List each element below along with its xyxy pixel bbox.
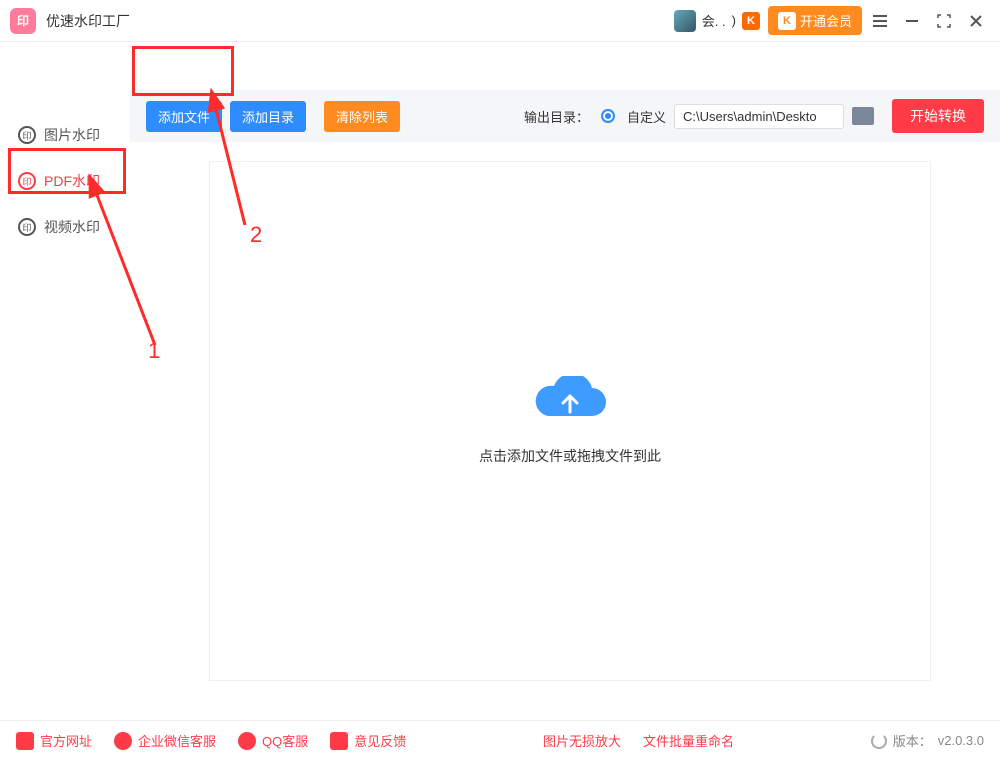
output-custom-radio[interactable] [601,109,615,123]
refresh-icon[interactable] [871,733,887,749]
close-button[interactable] [962,7,990,35]
qq-icon [238,732,256,750]
version-label: 版本： [893,731,932,750]
close-icon [969,14,983,28]
annotation-box-2 [132,46,234,96]
user-avatar-icon [674,10,696,32]
footer: 官方网址 企业微信客服 QQ客服 意见反馈 图片无损放大 文件批量重命名 版本：… [0,720,1000,760]
footer-wecom-support[interactable]: 企业微信客服 [114,731,216,750]
user-name: 会. . [702,11,726,30]
version-value: v2.0.3.0 [938,733,984,748]
app-title: 优速水印工厂 [46,11,130,31]
footer-feedback[interactable]: 意见反馈 [330,731,406,750]
annotation-arrow-2 [180,95,300,250]
footer-batch-rename[interactable]: 文件批量重命名 [643,731,734,750]
footer-official-site[interactable]: 官方网址 [16,731,92,750]
output-dir-label: 输出目录： [524,107,589,126]
footer-label: 企业微信客服 [138,731,216,750]
fullscreen-icon [937,14,951,28]
app-logo-icon: 印 [10,8,36,34]
footer-version: 版本： v2.0.3.0 [871,731,984,750]
footer-label: 意见反馈 [354,731,406,750]
titlebar: 印 优速水印工厂 会. . ) K K 开通会员 [0,0,1000,42]
footer-image-zoom[interactable]: 图片无损放大 [543,731,621,750]
minimize-button[interactable] [898,7,926,35]
footer-label: 文件批量重命名 [643,731,734,750]
drop-zone[interactable]: 点击添加文件或拖拽文件到此 [210,162,930,680]
footer-label: QQ客服 [262,731,308,750]
drop-zone-text: 点击添加文件或拖拽文件到此 [479,446,661,466]
stamp-icon: 印 [18,126,36,144]
user-area[interactable]: 会. . ) K [674,10,760,32]
user-suffix: ) [732,13,736,28]
open-vip-button[interactable]: K 开通会员 [768,6,862,35]
feedback-icon [330,732,348,750]
clear-list-button[interactable]: 清除列表 [324,101,400,132]
folder-icon[interactable] [852,107,874,125]
fullscreen-button[interactable] [930,7,958,35]
minimize-icon [905,14,919,28]
k-badge-icon: K [742,12,760,30]
footer-label: 官方网址 [40,731,92,750]
footer-label: 图片无损放大 [543,731,621,750]
vip-crown-icon: K [778,12,796,30]
vip-label: 开通会员 [800,11,852,30]
site-icon [16,732,34,750]
footer-qq-support[interactable]: QQ客服 [238,731,308,750]
start-convert-button[interactable]: 开始转换 [892,99,984,133]
stamp-icon: 印 [18,218,36,236]
menu-icon [872,14,888,28]
wecom-icon [114,732,132,750]
menu-button[interactable] [866,7,894,35]
output-custom-label: 自定义 [627,107,666,126]
cloud-upload-icon [532,376,608,428]
output-path-field[interactable]: C:\Users\admin\Deskto [674,104,844,129]
